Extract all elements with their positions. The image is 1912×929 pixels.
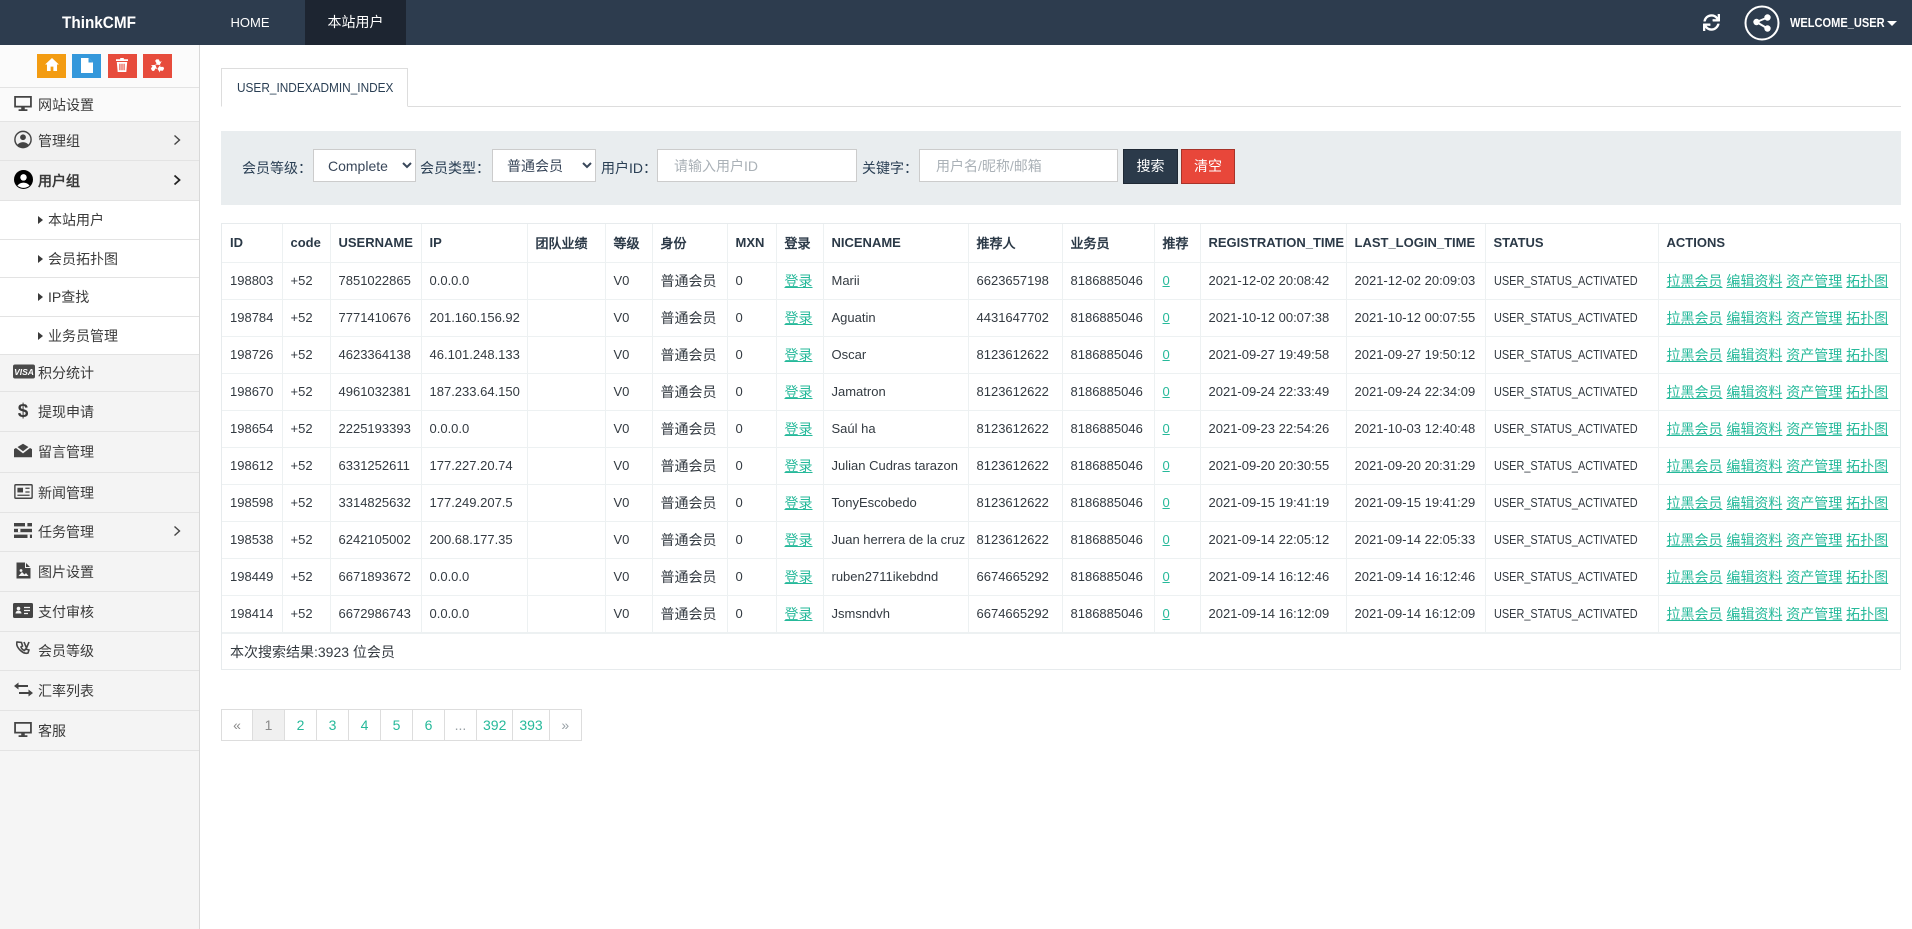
svg-text:VISA: VISA: [14, 367, 34, 377]
